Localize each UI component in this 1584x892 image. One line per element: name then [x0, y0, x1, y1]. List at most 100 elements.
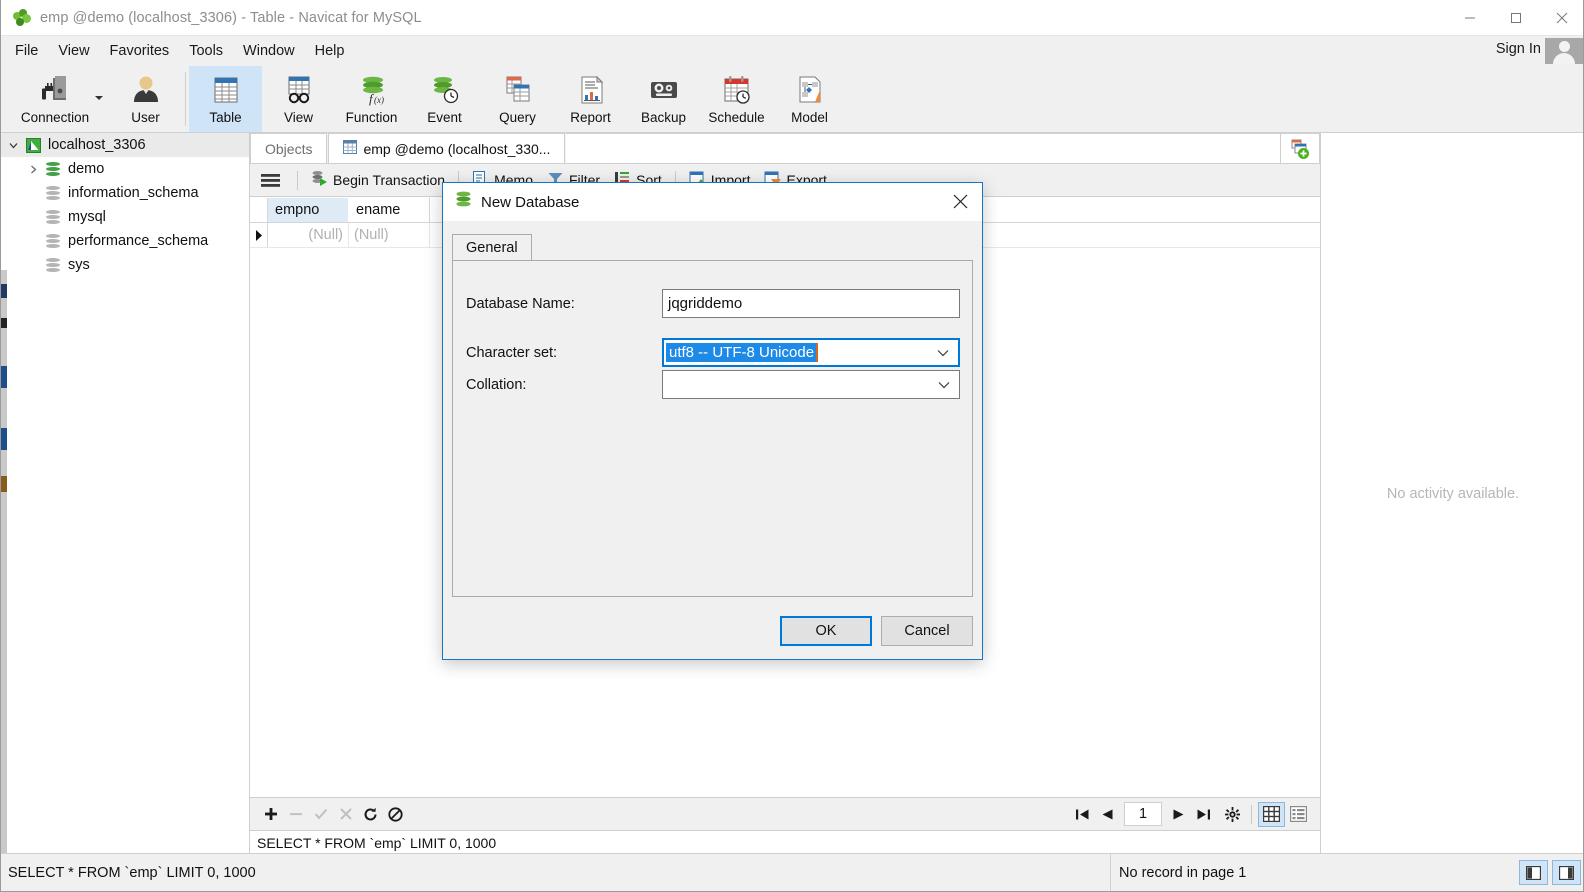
chevron-down-icon[interactable] [937, 340, 949, 365]
tab-empty-area [566, 133, 1281, 163]
collapsed-side-strip[interactable] [1, 270, 7, 854]
gear-icon[interactable] [1220, 802, 1245, 827]
toolbar-connection[interactable]: Connection [1, 66, 109, 132]
menu-file[interactable]: File [5, 39, 48, 63]
close-button[interactable] [1539, 0, 1583, 35]
main-toolbar: Connection User Table View f (x) Functio… [1, 66, 1583, 133]
collation-label: Collation: [466, 376, 527, 393]
backup-tape-icon [647, 69, 681, 111]
status-record-info: No record in page 1 [1119, 864, 1247, 881]
tab-emp-table[interactable]: emp @demo (localhost_330... [328, 133, 566, 163]
add-record-icon[interactable] [258, 802, 283, 827]
toolbar-query[interactable]: Query [481, 66, 554, 132]
toolbar-view[interactable]: View [262, 66, 335, 132]
minimize-button[interactable] [1447, 0, 1493, 35]
chevron-right-icon[interactable] [23, 164, 43, 175]
toolbar-function[interactable]: f (x) Function [335, 66, 408, 132]
stop-icon[interactable] [383, 802, 408, 827]
grid-pagination: 1 [1070, 801, 1320, 827]
window-title: emp @demo (localhost_3306) - Table - Nav… [40, 9, 422, 26]
sign-in-link[interactable]: Sign In [1496, 41, 1541, 57]
cancel-button[interactable]: Cancel [881, 616, 973, 646]
chevron-down-icon[interactable] [95, 96, 103, 100]
grid-view-icon[interactable] [1258, 801, 1285, 827]
database-green-icon [43, 161, 63, 177]
table-icon [209, 69, 243, 111]
maximize-button[interactable] [1493, 0, 1539, 35]
menu-help[interactable]: Help [305, 39, 355, 63]
character-set-row: Character set: utf8 -- UTF-8 Unicode [466, 338, 963, 367]
last-page-icon[interactable] [1191, 802, 1216, 827]
database-grey-icon [43, 257, 63, 273]
sidebar-item-label: localhost_3306 [48, 137, 146, 153]
grid-cell-ename[interactable]: (Null) [349, 223, 430, 247]
hamburger-menu-icon[interactable] [250, 167, 291, 194]
view-glasses-icon [282, 69, 316, 111]
prev-page-icon[interactable] [1095, 802, 1120, 827]
tab-objects[interactable]: Objects [250, 133, 328, 163]
grid-column-empno[interactable]: empno [268, 198, 349, 222]
menu-favorites[interactable]: Favorites [100, 39, 180, 63]
toolbar-schedule-label: Schedule [708, 110, 765, 125]
menu-view[interactable]: View [48, 39, 99, 63]
character-set-select[interactable]: utf8 -- UTF-8 Unicode [662, 338, 960, 367]
grid-cell-empno[interactable]: (Null) [268, 223, 349, 247]
collation-select[interactable] [662, 370, 960, 399]
tab-label: Objects [265, 140, 313, 157]
toolbar-user[interactable]: User [109, 66, 182, 132]
page-number-input[interactable]: 1 [1124, 802, 1162, 826]
begin-transaction-button[interactable]: Begin Transaction [304, 167, 452, 194]
tab-general[interactable]: General [452, 234, 532, 261]
database-grey-icon [43, 185, 63, 201]
sidebar-item-label: sys [68, 257, 90, 273]
sidebar-item-localhost[interactable]: localhost_3306 [1, 133, 249, 157]
activity-empty-message: No activity available. [1386, 485, 1520, 502]
ok-button[interactable]: OK [780, 616, 872, 646]
sql-preview-text: SELECT * FROM `emp` LIMIT 0, 1000 [257, 834, 497, 851]
toolbar-model[interactable]: Model [773, 66, 846, 132]
close-icon[interactable] [938, 183, 982, 220]
refresh-icon[interactable] [358, 802, 383, 827]
status-bar: SELECT * FROM `emp` LIMIT 0, 1000 No rec… [1, 853, 1583, 891]
sidebar-item-label: performance_schema [68, 233, 209, 249]
next-page-icon[interactable] [1166, 802, 1191, 827]
toolbar-report[interactable]: Report [554, 66, 627, 132]
toolbar-user-label: User [131, 110, 160, 125]
sidebar-item-demo[interactable]: demo [1, 157, 249, 181]
database-name-input[interactable]: jqgriddemo [662, 289, 960, 318]
chevron-down-icon[interactable] [938, 371, 950, 398]
menu-bar: File View Favorites Tools Window Help Si… [1, 36, 1583, 66]
grid-corner-cell [250, 198, 268, 222]
editor-tabs: Objects emp @demo (localhost_330... [250, 133, 1320, 164]
connection-host-icon [23, 137, 43, 153]
database-grey-icon [43, 209, 63, 225]
navicat-leaf-icon [13, 8, 31, 27]
sidebar-item-mysql[interactable]: mysql [1, 205, 249, 229]
new-object-icon[interactable] [1281, 133, 1320, 163]
menu-window[interactable]: Window [233, 39, 305, 63]
toolbar-table[interactable]: Table [189, 66, 262, 132]
menu-tools[interactable]: Tools [179, 39, 233, 63]
current-row-arrow [250, 223, 268, 247]
toolbar-view-label: View [283, 110, 314, 125]
sidebar-item-performance-schema[interactable]: performance_schema [1, 229, 249, 253]
sidebar-item-sys[interactable]: sys [1, 253, 249, 277]
user-icon [129, 69, 163, 111]
grid-footer: 1 [250, 797, 1320, 830]
dialog-title: New Database [481, 193, 580, 211]
window-controls [1447, 0, 1583, 35]
toggle-left-pane-icon[interactable] [1519, 860, 1548, 885]
grid-column-ename[interactable]: ename [349, 198, 430, 222]
chevron-down-icon[interactable] [3, 140, 23, 151]
sidebar-item-information-schema[interactable]: information_schema [1, 181, 249, 205]
first-page-icon[interactable] [1070, 802, 1095, 827]
report-icon [574, 69, 608, 111]
toolbar-event[interactable]: Event [408, 66, 481, 132]
toolbar-schedule[interactable]: Schedule [700, 66, 773, 132]
form-view-icon[interactable] [1285, 802, 1312, 827]
database-grey-icon [43, 233, 63, 249]
user-avatar[interactable] [1545, 38, 1583, 64]
begin-transaction-label: Begin Transaction [333, 172, 446, 188]
toolbar-backup[interactable]: Backup [627, 66, 700, 132]
toggle-right-pane-icon[interactable] [1552, 860, 1581, 885]
